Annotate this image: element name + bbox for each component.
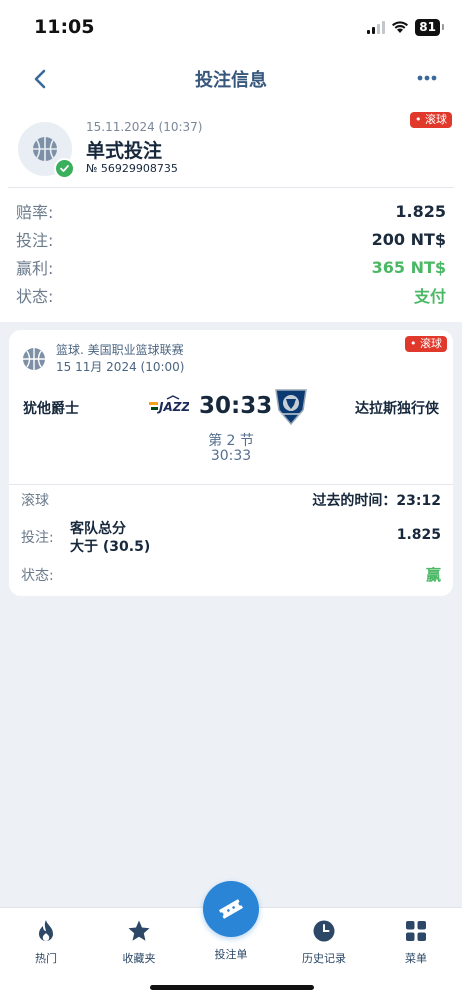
period-label: 第 2 节 — [208, 433, 254, 449]
stake-label: 投注: — [16, 231, 54, 250]
flame-icon — [11, 918, 81, 944]
status-indicators: 81 — [367, 17, 444, 37]
event-mode: 滚球 — [21, 493, 49, 509]
status-time: 11:05 — [34, 16, 95, 38]
tab-favorites[interactable]: 收藏夹 — [104, 918, 174, 966]
grid-icon — [381, 918, 451, 944]
clock-icon — [289, 918, 359, 944]
tab-history[interactable]: 历史记录 — [289, 918, 359, 966]
tab-menu-label: 菜单 — [405, 952, 427, 965]
live-badge: • 滚球 — [410, 112, 452, 128]
elapsed-label: 过去的时间： — [312, 493, 397, 509]
status-value: 支付 — [413, 287, 446, 306]
basketball-icon — [23, 348, 45, 370]
event-live-badge: • 滚球 — [405, 336, 447, 352]
bet-market: 客队总分 — [70, 521, 126, 537]
status-label: 状态: — [16, 287, 54, 306]
divider — [9, 484, 453, 485]
tab-popular[interactable]: 热门 — [11, 918, 81, 966]
away-team-name: 达拉斯独行侠 — [355, 401, 439, 417]
divider — [8, 187, 454, 188]
mavericks-logo-icon — [275, 389, 307, 426]
elapsed-value: 23:12 — [396, 493, 441, 509]
event-odds: 1.825 — [396, 527, 441, 543]
home-team-name: 犹他爵士 — [23, 401, 79, 417]
match-score: 30:33 — [199, 393, 273, 419]
event-status-value: 赢 — [425, 566, 441, 584]
status-row: 状态: 支付 — [16, 282, 446, 308]
bet-type: 单式投注 — [86, 140, 163, 162]
nav-bar: 投注信息 — [0, 52, 462, 106]
page-title: 投注信息 — [195, 70, 267, 91]
jazz-logo-icon: JAZZ — [149, 395, 189, 414]
tab-betslip[interactable] — [203, 881, 259, 937]
home-indicator[interactable] — [150, 985, 314, 990]
wifi-icon — [392, 21, 409, 33]
event-bet-label: 投注: — [21, 530, 54, 546]
tab-menu[interactable]: 菜单 — [381, 918, 451, 966]
more-options-icon[interactable] — [412, 66, 442, 90]
battery-indicator: 81 — [415, 18, 444, 36]
odds-label: 赔率: — [16, 203, 54, 222]
tab-popular-label: 热门 — [35, 952, 57, 965]
bet-outcome: 大于 (30.5) — [70, 539, 151, 555]
status-bar: 11:05 81 — [0, 0, 462, 52]
tab-history-label: 历史记录 — [302, 952, 346, 965]
event-date: 15 11月 2024 (10:00) — [56, 360, 185, 374]
ticket-icon — [218, 899, 244, 919]
bet-date: 15.11.2024 (10:37) — [86, 120, 203, 134]
star-icon — [104, 918, 174, 944]
stake-row: 投注: 200 NT$ — [16, 226, 446, 252]
period-time: 30:33 — [210, 448, 252, 464]
winnings-row: 赢利: 365 NT$ — [16, 254, 446, 280]
signal-icon — [367, 20, 386, 34]
odds-value: 1.825 — [395, 201, 446, 221]
elapsed-time: 过去的时间：23:12 — [312, 490, 441, 510]
event-league: 篮球. 美国职业篮球联赛 — [56, 343, 184, 357]
bet-number: № 56929908735 — [86, 162, 178, 175]
stake-value: 200 NT$ — [371, 229, 446, 249]
event-card[interactable]: • 滚球 篮球. 美国职业篮球联赛 15 11月 2024 (10:00) 犹他… — [9, 330, 453, 596]
event-status-label: 状态: — [21, 568, 54, 584]
winnings-value: 365 NT$ — [371, 257, 446, 277]
bet-summary: • 滚球 15.11.2024 (10:37) 单式投注 № 569299087… — [0, 106, 462, 322]
odds-row: 赔率: 1.825 — [16, 198, 446, 224]
winnings-label: 赢利: — [16, 259, 54, 278]
tab-betslip-label: 投注单 — [214, 948, 248, 961]
svg-text:JAZZ: JAZZ — [157, 400, 189, 414]
tab-favorites-label: 收藏夹 — [122, 952, 156, 965]
check-icon — [54, 158, 75, 179]
